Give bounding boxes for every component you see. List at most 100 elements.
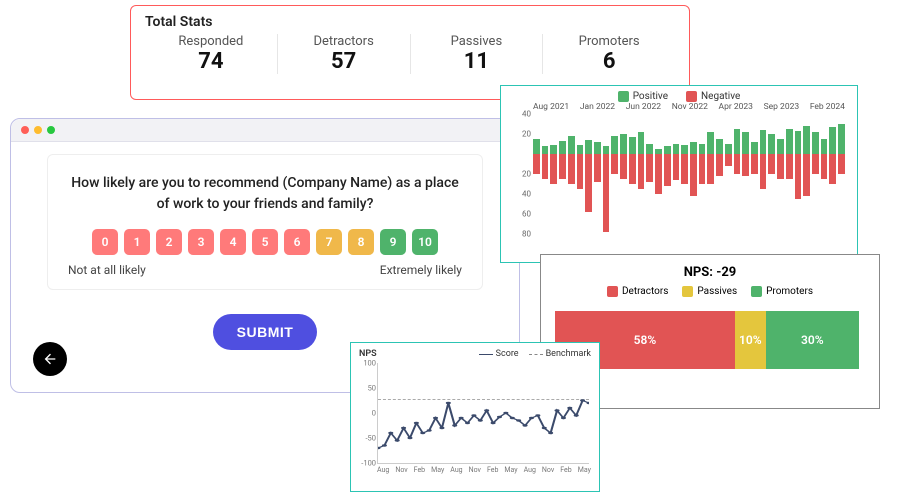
data-point (414, 422, 419, 424)
stat-value: 74 (198, 49, 223, 74)
data-point (561, 417, 566, 419)
posneg-column (699, 114, 706, 234)
positive-bar (577, 145, 584, 154)
x-tick: Aug 2021 (533, 102, 569, 112)
x-tick: Nov 2022 (672, 102, 708, 112)
x-tick: Aug (524, 466, 536, 474)
y-tick: 80 (522, 230, 531, 239)
data-point (503, 412, 508, 414)
posneg-column (620, 114, 627, 234)
posneg-x-ticks: Aug 2021 Jan 2022 Jun 2022 Nov 2022 Apr … (509, 102, 849, 112)
question-card: How likely are you to recommend (Company… (47, 154, 483, 290)
posneg-plot: 402020406080 (533, 114, 845, 234)
scale-option-3[interactable]: 3 (188, 229, 214, 255)
negative-bar (760, 154, 767, 189)
negative-bar (768, 154, 775, 174)
posneg-column (725, 114, 732, 234)
y-tick: 100 (363, 359, 376, 368)
positive-bar (812, 132, 819, 154)
stat-detractors: Detractors 57 (277, 34, 410, 74)
detractor-swatch-icon (607, 286, 618, 297)
scale-option-4[interactable]: 4 (220, 229, 246, 255)
posneg-column (611, 114, 618, 234)
posneg-column (673, 114, 680, 234)
score-line-icon (479, 354, 493, 355)
data-point (427, 429, 432, 431)
y-tick: 0 (372, 409, 376, 418)
data-point (542, 427, 547, 429)
negative-bar (603, 154, 610, 232)
benchmark-line-icon (529, 354, 543, 355)
legend-passives: Passives (682, 286, 737, 297)
scale-max-label: Extremely likely (380, 263, 462, 277)
data-point (446, 402, 451, 404)
negative-bar (585, 154, 592, 212)
stat-label: Passives (451, 34, 503, 49)
window-close-icon[interactable] (21, 126, 29, 134)
posneg-column (760, 114, 767, 234)
stat-value: 6 (603, 49, 616, 74)
posneg-column (533, 114, 540, 234)
data-point (452, 424, 457, 426)
positive-bar (803, 126, 810, 154)
negative-bar (638, 154, 645, 189)
y-tick: 50 (368, 384, 376, 393)
scale-option-2[interactable]: 2 (156, 229, 182, 255)
negative-bar (611, 154, 618, 174)
stat-responded: Responded 74 (145, 34, 277, 74)
data-point (420, 432, 425, 434)
posneg-column (803, 114, 810, 234)
data-point (529, 417, 534, 419)
posneg-column (559, 114, 566, 234)
posneg-column (829, 114, 836, 234)
negative-bar (550, 154, 557, 184)
back-button[interactable] (33, 342, 67, 376)
window-min-icon[interactable] (34, 126, 42, 134)
posneg-column (629, 114, 636, 234)
posneg-column (734, 114, 741, 234)
data-point (580, 399, 585, 401)
line-legend: Score Benchmark (479, 349, 591, 359)
scale-option-5[interactable]: 5 (252, 229, 278, 255)
window-max-icon[interactable] (47, 126, 55, 134)
scale-option-1[interactable]: 1 (124, 229, 150, 255)
promoter-swatch-icon (751, 286, 762, 297)
positive-bar (838, 124, 845, 154)
data-point (459, 417, 464, 419)
scale-option-10[interactable]: 10 (412, 229, 438, 255)
arrow-left-icon (42, 351, 58, 367)
x-tick: May (431, 466, 444, 474)
scale-option-8[interactable]: 8 (348, 229, 374, 255)
positive-bar (821, 139, 828, 154)
score-line-svg (378, 363, 589, 463)
posneg-column (550, 114, 557, 234)
posneg-column (838, 114, 845, 234)
negative-bar (725, 154, 732, 166)
scale-option-6[interactable]: 6 (284, 229, 310, 255)
scale-option-7[interactable]: 7 (316, 229, 342, 255)
submit-button[interactable]: SUBMIT (213, 314, 318, 350)
posneg-column (821, 114, 828, 234)
negative-bar (620, 154, 627, 179)
nps-legend: Detractors Passives Promoters (555, 286, 865, 297)
positive-bar (559, 141, 566, 154)
positive-bar (690, 142, 697, 154)
legend-detractors: Detractors (607, 286, 668, 297)
positive-bar (550, 145, 557, 154)
scale-option-9[interactable]: 9 (380, 229, 406, 255)
x-tick: Aug (450, 466, 462, 474)
legend-benchmark: Benchmark (529, 349, 591, 359)
negative-bar (795, 154, 802, 199)
negative-bar (838, 154, 845, 174)
y-tick: 40 (522, 190, 531, 199)
posneg-column (690, 114, 697, 234)
positive-bar (725, 144, 732, 154)
negative-bar (629, 154, 636, 184)
data-point (491, 422, 496, 424)
posneg-column (786, 114, 793, 234)
positive-bar (673, 144, 680, 154)
scale-option-0[interactable]: 0 (92, 229, 118, 255)
posneg-y-axis: 402020406080 (511, 114, 533, 234)
window-title-bar (11, 119, 519, 142)
negative-bar (664, 154, 671, 186)
